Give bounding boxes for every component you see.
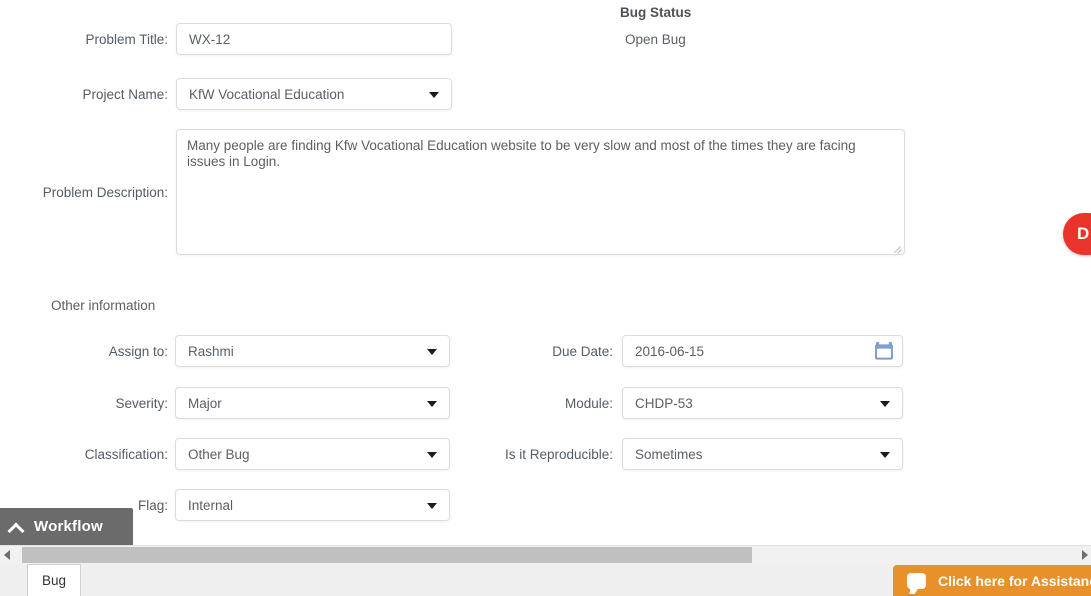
assign-to-select[interactable]: Rashmi	[175, 335, 450, 367]
workflow-tab[interactable]: Workflow	[0, 508, 133, 545]
flag-select[interactable]: Internal	[175, 489, 450, 521]
workflow-tab-label: Workflow	[34, 518, 103, 535]
project-name-label: Project Name:	[82, 87, 168, 102]
bug-status-value: Open Bug	[625, 32, 686, 47]
assistance-button-label: Click here for Assistance	[938, 572, 1091, 589]
assistance-button[interactable]: Click here for Assistance	[893, 565, 1091, 596]
bug-status-title: Bug Status	[620, 5, 692, 20]
scroll-right-arrow-icon[interactable]	[1074, 546, 1091, 564]
module-select[interactable]: CHDP-53	[622, 387, 903, 419]
classification-label: Classification:	[84, 447, 168, 462]
due-date-input[interactable]: 2016-06-15	[622, 335, 903, 367]
other-information-label: Other information	[51, 298, 156, 313]
is-reproducible-select[interactable]: Sometimes	[622, 438, 903, 470]
problem-title-input[interactable]: WX-12	[176, 23, 452, 55]
problem-description-label: Problem Description:	[42, 185, 168, 200]
bug-details-form-page: Bug Status Open Bug Problem Title: WX-12…	[0, 0, 1091, 596]
chevron-down-icon	[427, 401, 437, 407]
due-date-label: Due Date:	[552, 344, 613, 359]
module-value: CHDP-53	[635, 395, 693, 411]
severity-value: Major	[188, 395, 222, 411]
is-reproducible-value: Sometimes	[635, 446, 703, 462]
tab-bug-label: Bug	[41, 573, 67, 588]
chevron-down-icon	[880, 452, 890, 458]
classification-value: Other Bug	[188, 446, 250, 462]
problem-description-textarea[interactable]: Many people are finding Kfw Vocational E…	[176, 129, 905, 255]
problem-description-value: Many people are finding Kfw Vocational E…	[187, 138, 856, 169]
calendar-icon[interactable]	[874, 341, 894, 361]
side-feedback-tab-label: D	[1077, 224, 1090, 243]
severity-label: Severity:	[115, 396, 168, 411]
due-date-value: 2016-06-15	[635, 343, 705, 359]
tab-bug[interactable]: Bug	[27, 564, 81, 596]
scrollbar-thumb[interactable]	[22, 547, 752, 563]
problem-title-value: WX-12	[189, 31, 231, 47]
chevron-up-icon	[8, 519, 24, 535]
classification-select[interactable]: Other Bug	[175, 438, 450, 470]
chevron-down-icon	[880, 401, 890, 407]
module-label: Module:	[564, 396, 613, 411]
project-name-value: KfW Vocational Education	[189, 86, 345, 102]
chevron-down-icon	[427, 452, 437, 458]
flag-value: Internal	[188, 497, 234, 513]
chevron-down-icon	[427, 349, 437, 355]
severity-select[interactable]: Major	[175, 387, 450, 419]
assign-to-value: Rashmi	[188, 343, 234, 359]
problem-title-label: Problem Title:	[85, 32, 168, 47]
form-area: Bug Status Open Bug Problem Title: WX-12…	[0, 0, 1091, 545]
resize-handle-icon[interactable]	[892, 242, 902, 252]
assign-to-label: Assign to:	[108, 344, 168, 359]
chevron-down-icon	[429, 92, 439, 98]
scroll-left-arrow-icon[interactable]	[0, 546, 17, 564]
is-reproducible-label: Is it Reproducible:	[504, 447, 613, 462]
chat-bubble-icon	[907, 572, 926, 589]
horizontal-scrollbar[interactable]	[0, 545, 1091, 564]
chevron-down-icon	[427, 503, 437, 509]
project-name-select[interactable]: KfW Vocational Education	[176, 78, 452, 110]
